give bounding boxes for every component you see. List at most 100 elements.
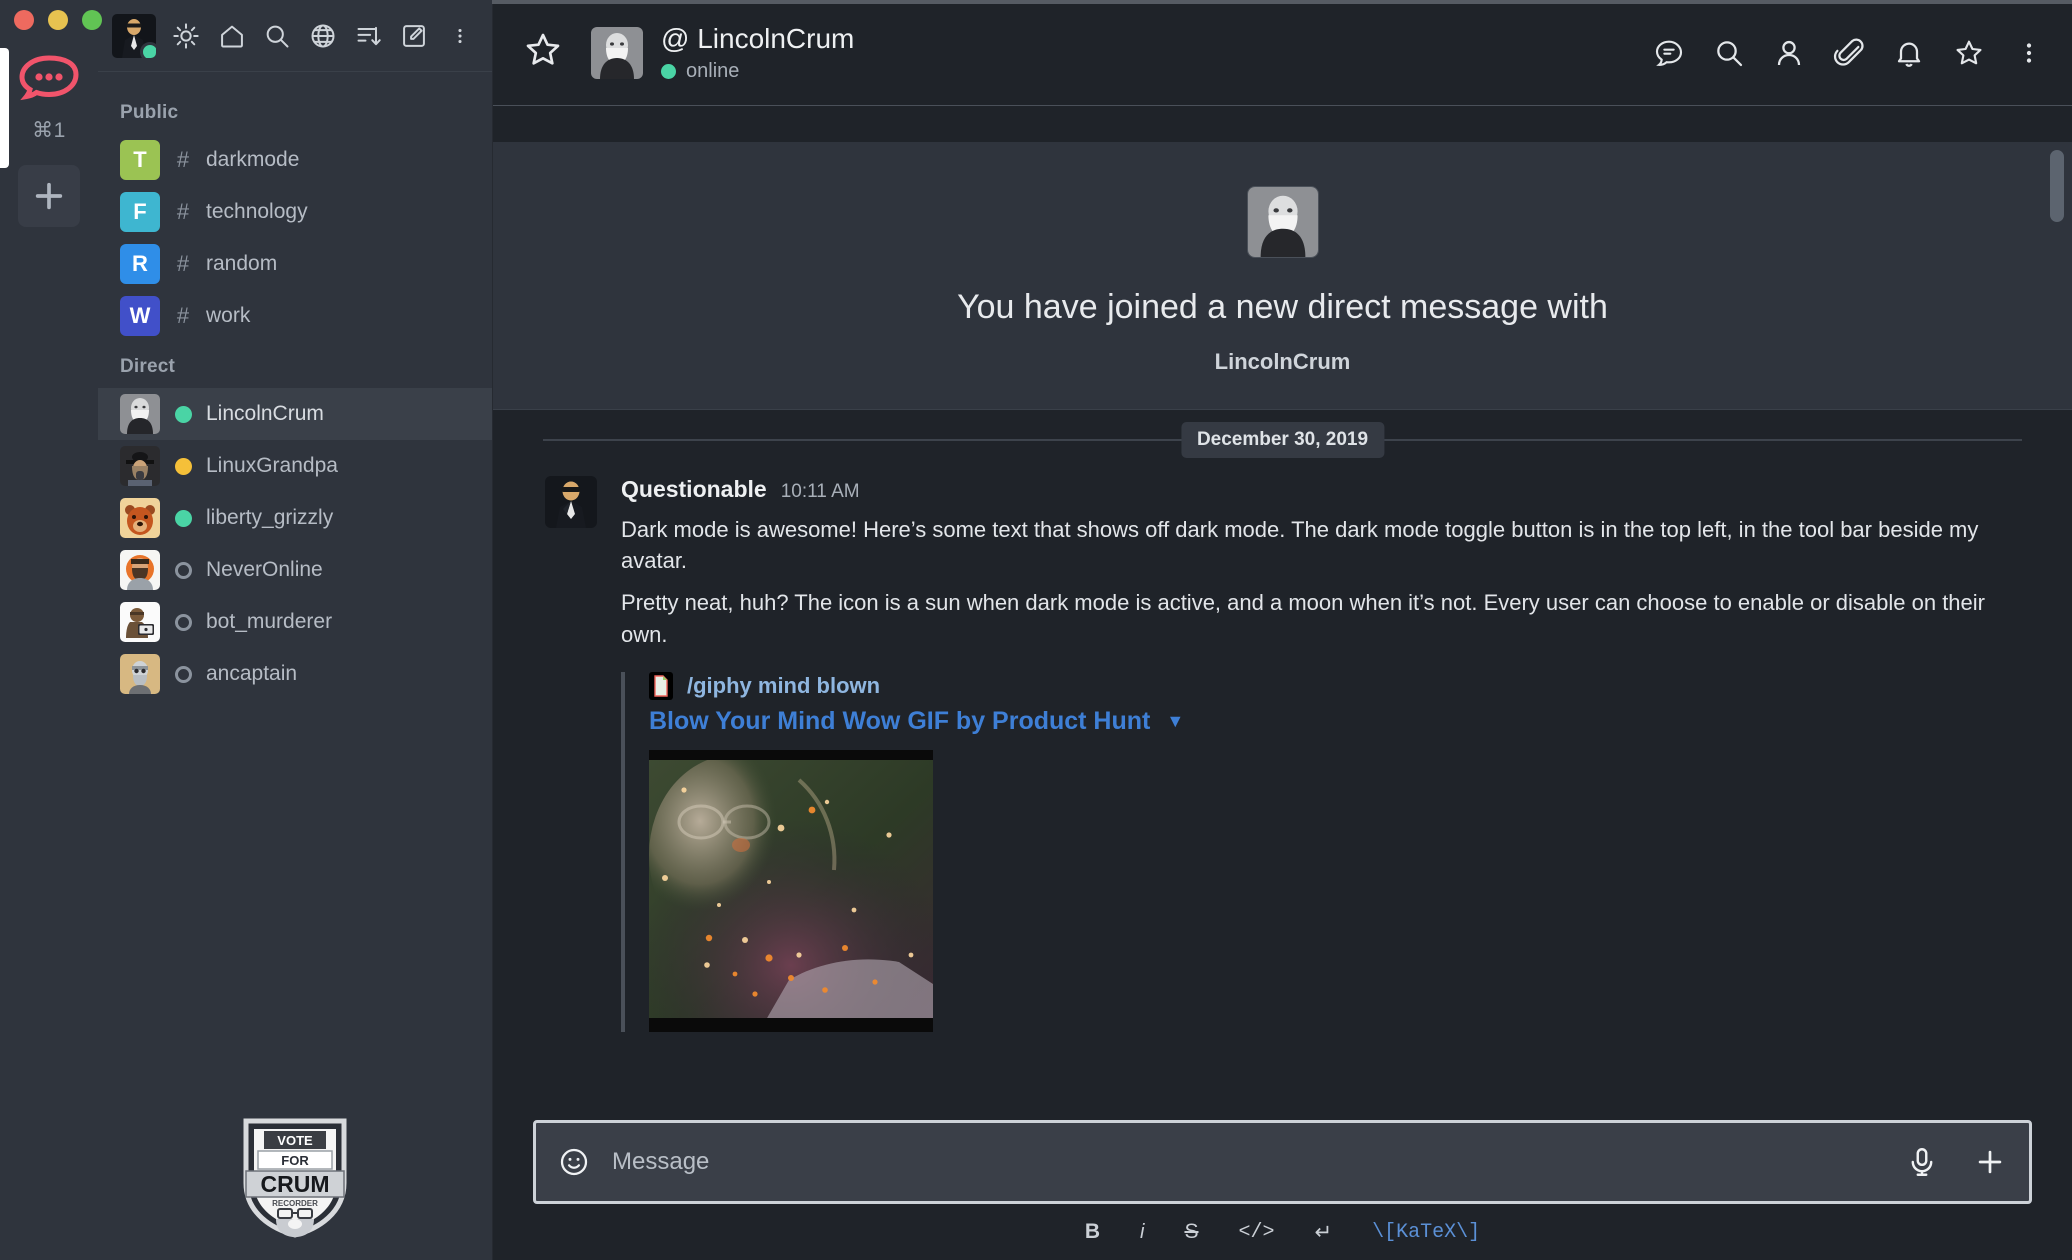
sidebar-item-liberty-grizzly[interactable]: liberty_grizzly xyxy=(98,492,492,544)
message-timestamp: 10:11 AM xyxy=(780,481,860,502)
sidebar-item-label: LinuxGrandpa xyxy=(206,454,338,477)
main-panel: @ LincolnCrum online You have joined a n… xyxy=(492,0,2072,1260)
room-title-block: @ LincolnCrum online xyxy=(661,23,854,83)
plus-icon[interactable] xyxy=(1973,1145,2007,1179)
status-dot-offline xyxy=(160,665,206,683)
microphone-icon[interactable] xyxy=(1905,1145,1939,1179)
star-icon[interactable] xyxy=(1952,36,1986,70)
search-icon[interactable] xyxy=(261,17,293,55)
room-avatar[interactable] xyxy=(591,26,643,79)
multiline-button[interactable]: ↵ xyxy=(1315,1220,1333,1245)
sidebar-item-label: bot_murderer xyxy=(206,610,333,633)
sidebar-room-list[interactable]: Public T # darkmode F # technology R # r… xyxy=(98,72,492,1090)
room-status: online xyxy=(661,60,854,83)
favorite-star-icon[interactable] xyxy=(523,30,569,76)
search-icon[interactable] xyxy=(1712,36,1746,70)
attachment-title[interactable]: Blow Your Mind Wow GIF by Product Hunt xyxy=(649,707,1150,736)
smiley-icon[interactable] xyxy=(558,1146,590,1178)
window-traffic-lights[interactable] xyxy=(14,10,102,30)
avatar xyxy=(120,394,160,434)
message-author[interactable]: Questionable xyxy=(621,476,767,503)
message-body: Questionable 10:11 AM Dark mode is aweso… xyxy=(621,476,2032,1032)
region-top-strip xyxy=(493,106,2072,142)
sidebar-item-darkmode[interactable]: T # darkmode xyxy=(98,134,492,186)
rail-active-indicator xyxy=(0,48,9,168)
avatar xyxy=(120,498,160,538)
bold-button[interactable]: B xyxy=(1085,1220,1100,1244)
welcome-name: LincolnCrum xyxy=(1214,349,1351,374)
add-workspace-button[interactable] xyxy=(18,165,80,227)
attachment-gif-image[interactable] xyxy=(649,749,933,1032)
home-icon[interactable] xyxy=(216,17,248,55)
sidebar-toolbar xyxy=(98,0,492,72)
sidebar-item-label: NeverOnline xyxy=(206,558,323,581)
sidebar-item-work[interactable]: W # work xyxy=(98,290,492,342)
attachment-title-row[interactable]: Blow Your Mind Wow GIF by Product Hunt ▼ xyxy=(649,707,2032,736)
sidebar-item-bot-murderer[interactable]: bot_murderer xyxy=(98,596,492,648)
sun-icon[interactable] xyxy=(170,17,202,55)
message-scrollbar[interactable] xyxy=(2050,150,2064,222)
pencil-square-icon[interactable] xyxy=(399,17,431,55)
sort-icon[interactable] xyxy=(353,17,385,55)
current-user-avatar[interactable] xyxy=(112,13,156,58)
sidebar-item-label: technology xyxy=(206,200,308,223)
sidebar-group-title-public: Public xyxy=(120,102,179,123)
sidebar-group-title-direct: Direct xyxy=(120,356,176,377)
zoom-window-button[interactable] xyxy=(82,10,102,30)
code-button[interactable]: </> xyxy=(1238,1221,1274,1244)
svg-text:RECORDER: RECORDER xyxy=(272,1199,318,1208)
welcome-heading: You have joined a new direct message wit… xyxy=(957,288,1608,326)
composer-format-bar: B i S </> ↵ \[KaTeX\] xyxy=(493,1204,2072,1260)
minimize-window-button[interactable] xyxy=(48,10,68,30)
kebab-menu-icon[interactable] xyxy=(444,17,476,55)
avatar xyxy=(120,446,160,486)
sidebar-item-ancaptain[interactable]: ancaptain xyxy=(98,648,492,700)
header-actions xyxy=(1652,36,2046,70)
italic-button[interactable]: i xyxy=(1140,1221,1144,1244)
hash-icon: # xyxy=(176,251,190,276)
rail-shortcut-label: ⌘1 xyxy=(32,119,66,142)
page-title: @ LincolnCrum xyxy=(661,22,855,54)
sidebar-item-label: darkmode xyxy=(206,148,300,171)
vote-for-crum-badge: VOTE FOR CRUM RECORDER xyxy=(236,1111,354,1239)
room-avatar-initial: T xyxy=(120,140,160,180)
message-paragraph: Dark mode is awesome! Here’s some text t… xyxy=(621,517,1979,574)
sidebar-item-label: ancaptain xyxy=(206,662,298,685)
composer-wrapper xyxy=(493,1104,2072,1204)
globe-icon[interactable] xyxy=(307,17,339,55)
current-user-status-dot xyxy=(140,41,156,58)
status-label: online xyxy=(686,59,740,82)
sidebar-item-technology[interactable]: F # technology xyxy=(98,186,492,238)
status-dot-away xyxy=(160,457,206,475)
welcome-block: You have joined a new direct message wit… xyxy=(493,142,2072,410)
attachment-command-row: /giphy mind blown xyxy=(649,671,2032,700)
hash-icon: # xyxy=(176,199,190,224)
close-window-button[interactable] xyxy=(14,10,34,30)
sidebar-footer: VOTE FOR CRUM RECORDER xyxy=(98,1090,492,1260)
message-composer[interactable] xyxy=(533,1120,2032,1204)
sidebar-item-lincolncrum[interactable]: LincolnCrum xyxy=(98,388,492,440)
avatar[interactable] xyxy=(545,476,597,528)
avatar xyxy=(120,602,160,642)
chevron-down-icon[interactable]: ▼ xyxy=(1166,711,1184,732)
message-item[interactable]: Questionable 10:11 AM Dark mode is aweso… xyxy=(493,468,2072,1032)
message-region[interactable]: You have joined a new direct message wit… xyxy=(493,106,2072,1104)
message-input[interactable] xyxy=(612,1148,1887,1176)
sidebar-item-label: LincolnCrum xyxy=(206,402,324,425)
rocket-chat-logo[interactable] xyxy=(18,52,80,104)
paperclip-icon[interactable] xyxy=(1832,36,1866,70)
hash-icon: # xyxy=(176,303,190,328)
threads-icon[interactable] xyxy=(1652,36,1686,70)
sidebar-item-linuxgrandpa[interactable]: LinuxGrandpa xyxy=(98,440,492,492)
date-divider: December 30, 2019 xyxy=(543,410,2022,468)
user-icon[interactable] xyxy=(1772,36,1806,70)
bell-icon[interactable] xyxy=(1892,36,1926,70)
kebab-menu-icon[interactable] xyxy=(2012,36,2046,70)
message-meta: Questionable 10:11 AM xyxy=(621,476,2032,503)
avatar xyxy=(120,654,160,694)
sidebar-item-random[interactable]: R # random xyxy=(98,238,492,290)
strike-button[interactable]: S xyxy=(1184,1220,1198,1244)
katex-button[interactable]: \[KaTeX\] xyxy=(1372,1221,1480,1244)
sidebar-item-neveronline[interactable]: NeverOnline xyxy=(98,544,492,596)
status-dot-offline xyxy=(160,613,206,631)
